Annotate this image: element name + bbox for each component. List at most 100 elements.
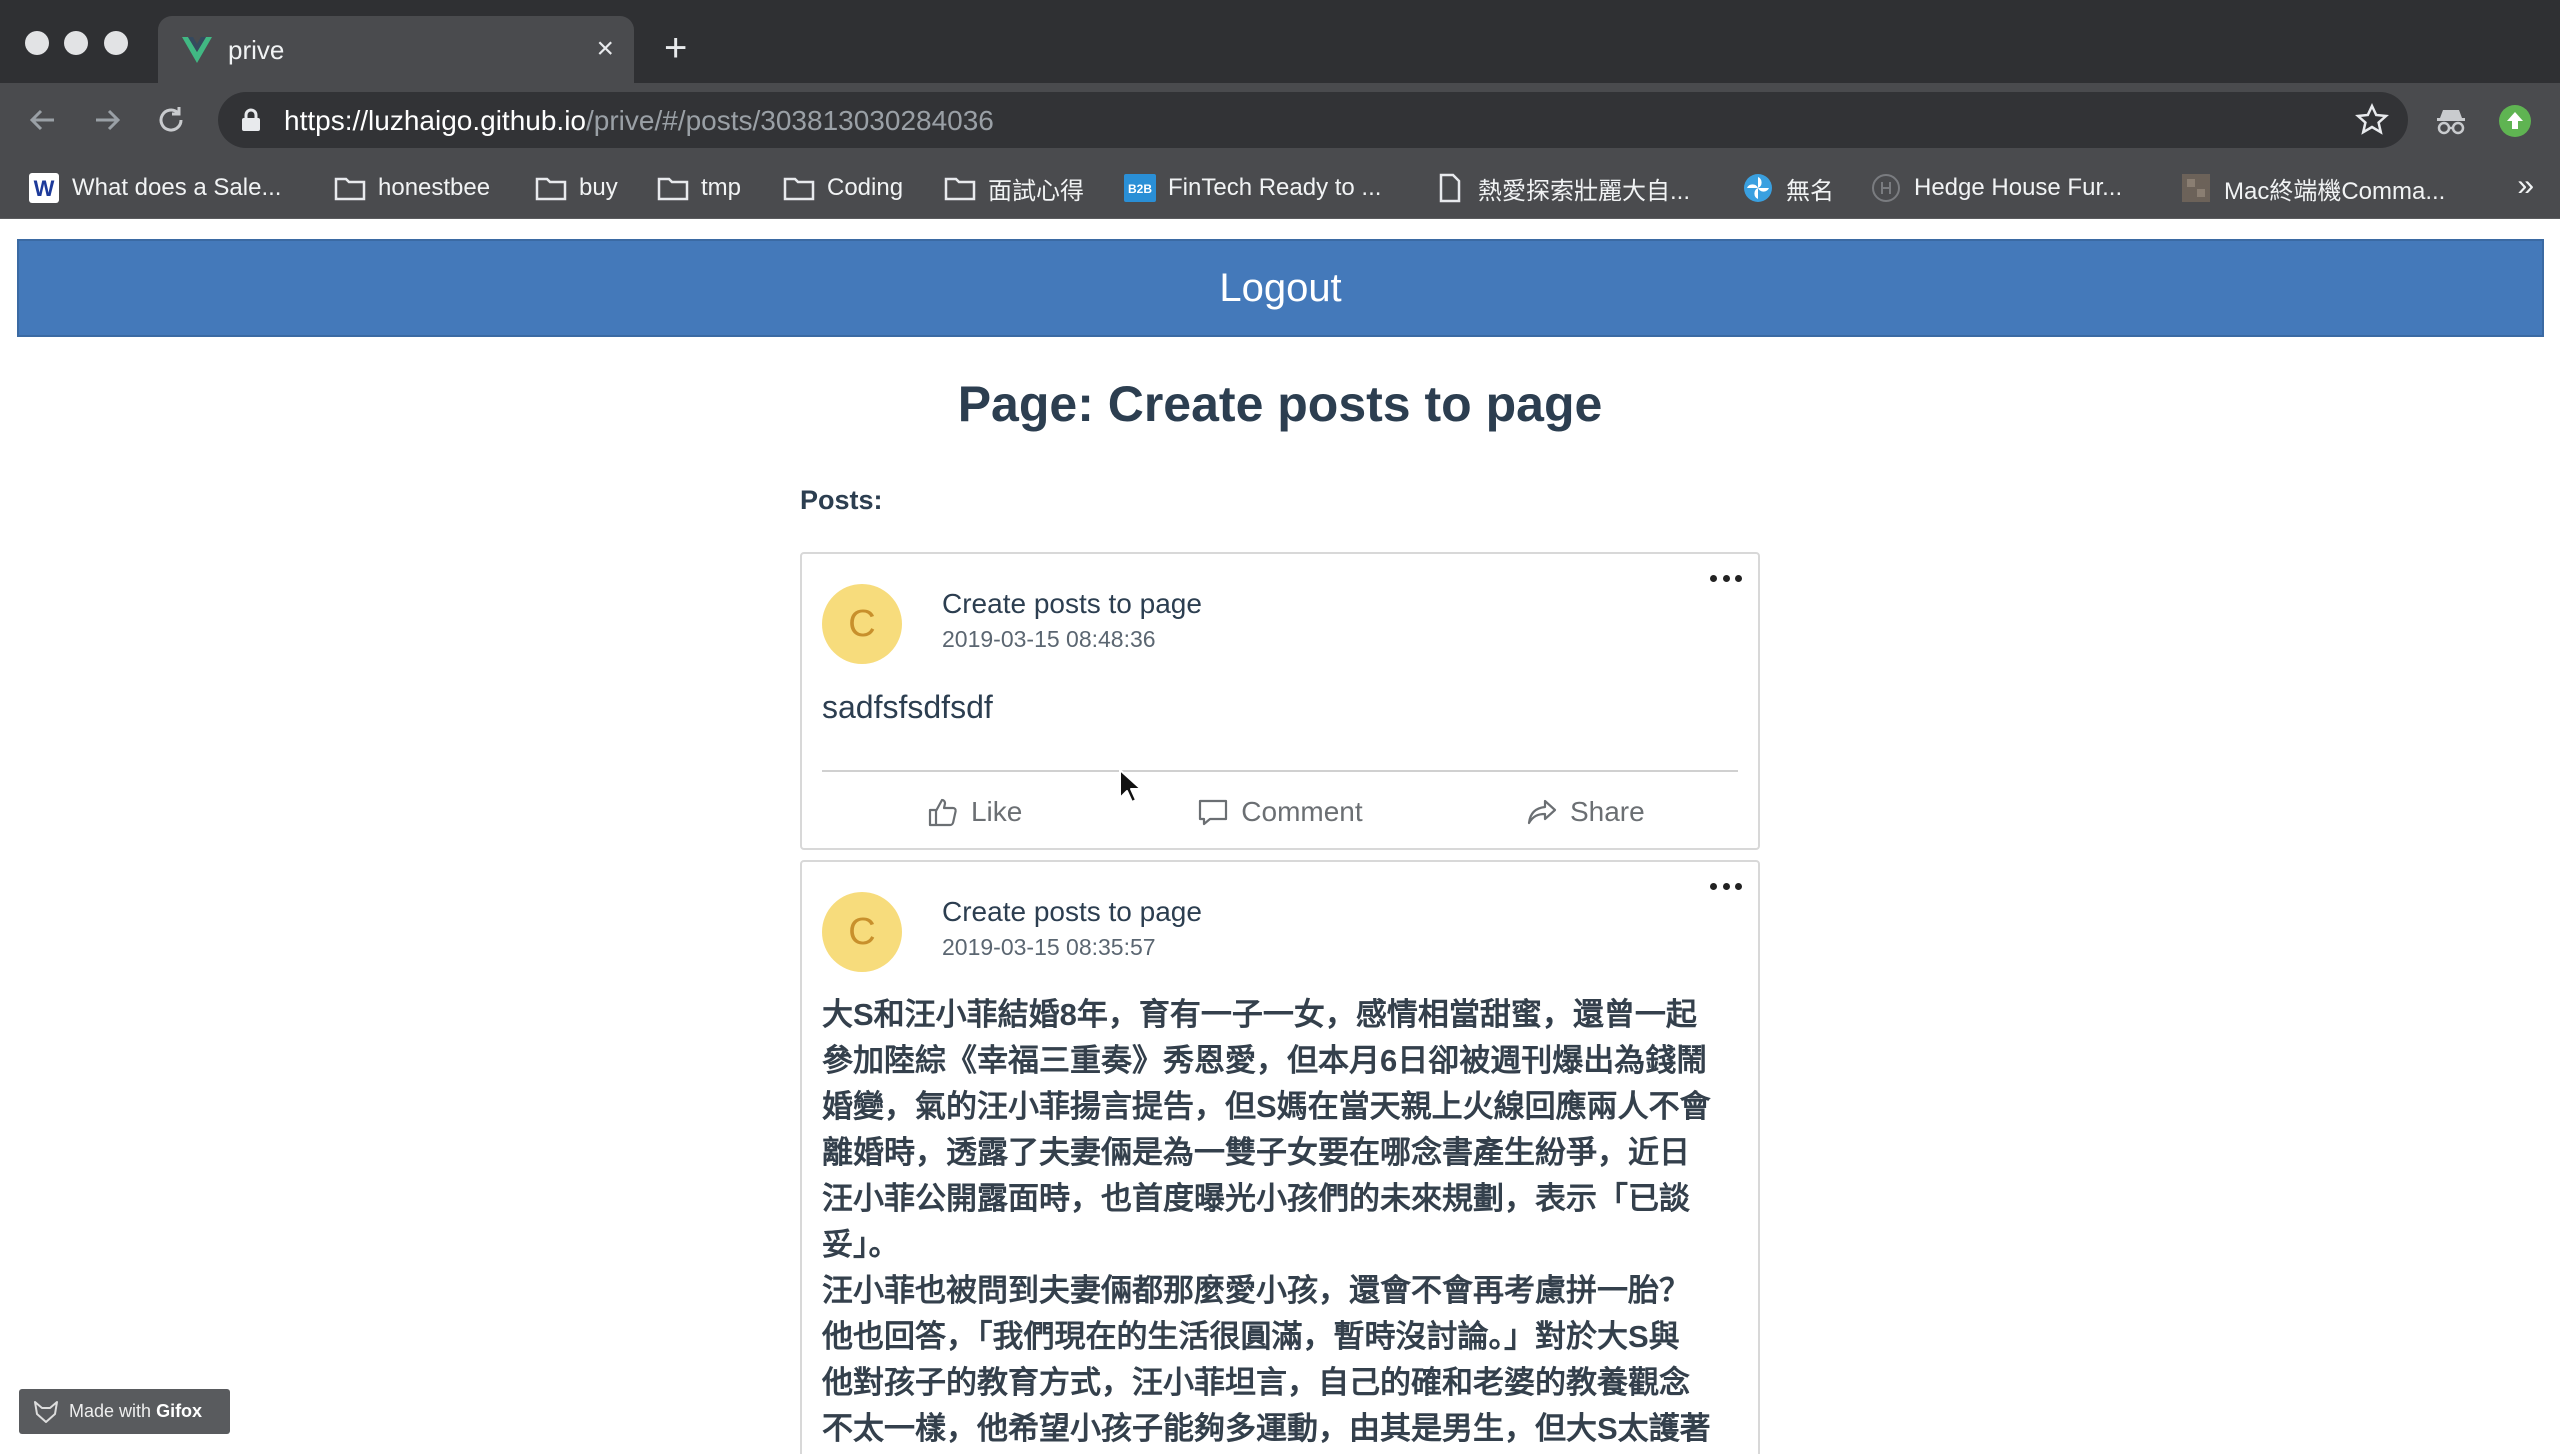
post-divider [822, 770, 1738, 772]
square-thumb-icon [2180, 174, 2212, 202]
post-body-line: 他對孩子的教育方式，汪小菲坦言，自己的確和老婆的教養觀念 [822, 1365, 1690, 1400]
url-text: https://luzhaigo.github.io/prive/#/posts… [284, 105, 994, 137]
bookmark-label: buy [579, 174, 618, 201]
folder-icon [657, 174, 689, 202]
bookmark-label: Hedge House Fur... [1914, 174, 2123, 201]
new-tab-button[interactable]: + [664, 28, 687, 68]
tab-title: prive [228, 35, 285, 65]
arrow-right-icon [96, 109, 121, 131]
share-button[interactable]: Share [1433, 786, 1738, 838]
reload-icon [159, 107, 183, 132]
post-card: C Create posts to page 2019-03-15 08:35:… [800, 860, 1760, 1454]
like-label: Like [970, 796, 1023, 827]
post-timestamp: 2019-03-15 08:35:57 [942, 934, 1156, 960]
folder-icon [783, 174, 815, 202]
arrow-left-icon [29, 109, 54, 131]
maximize-window-button[interactable] [104, 31, 128, 55]
avatar[interactable]: C [822, 584, 902, 664]
bookmarks-overflow-button[interactable]: » [2517, 169, 2534, 203]
more-options-icon[interactable] [1706, 566, 1746, 590]
bookmark-item[interactable]: W What does a Sale... [28, 169, 281, 207]
watermark-text: Made with Gifox [69, 1401, 202, 1422]
browser-tabstrip: prive × + [0, 0, 2560, 83]
bookmark-folder[interactable]: honestbee [334, 169, 490, 207]
bookmark-label: 面試心得 [988, 177, 1084, 205]
bookmark-label: tmp [701, 174, 742, 201]
post-timestamp: 2019-03-15 08:48:36 [942, 626, 1156, 652]
thumbs-up-icon [928, 798, 957, 827]
more-options-icon[interactable] [1706, 874, 1746, 898]
page-icon [1434, 173, 1466, 203]
bookmark-label: honestbee [378, 174, 491, 201]
bookmark-label: FinTech Ready to ... [1168, 174, 1382, 201]
browser-toolbar: https://luzhaigo.github.io/prive/#/posts… [0, 83, 2560, 157]
comment-button[interactable]: Comment [1127, 786, 1432, 838]
bookmark-folder[interactable]: buy [535, 169, 618, 207]
bookmark-item[interactable]: 熱愛探索壯麗大自... [1434, 169, 1690, 207]
bookmark-label: 無名 [1786, 177, 1834, 205]
forward-button[interactable] [86, 99, 128, 141]
bookmarks-bar: W What does a Sale... honestbee buy tmp … [0, 157, 2560, 219]
circle-h-icon [1870, 174, 1902, 202]
url-path: /prive/#/posts/303813030284036 [585, 105, 994, 136]
post-card: C Create posts to page 2019-03-15 08:48:… [800, 552, 1760, 850]
share-label: Share [1569, 796, 1645, 827]
post-body-line: 汪小菲公開露面時，也首度曝光小孩們的未來規劃，表示「已談 [822, 1181, 1690, 1216]
update-extension-icon[interactable] [2496, 102, 2534, 140]
post-body: sadfsfsdfsdf [822, 689, 993, 725]
post-body-line: 離婚時，透露了夫妻倆是為一雙子女要在哪念書產生紛爭，近日 [822, 1135, 1690, 1170]
page-title: Page: Create posts to page [957, 376, 1603, 432]
post-body-line: 他也回答，「我們現在的生活很圓滿，暫時沒討論。」對於大S與 [822, 1319, 1680, 1354]
bookmark-label: Mac終端機Comma... [2224, 177, 2446, 205]
folder-icon [944, 174, 976, 202]
comment-icon [1199, 799, 1228, 826]
back-button[interactable] [22, 99, 64, 141]
bookmark-item[interactable]: Mac終端機Comma... [2180, 169, 2445, 207]
svg-text:W: W [34, 176, 55, 201]
bookmark-folder[interactable]: tmp [657, 169, 741, 207]
bookmark-item[interactable]: B2B FinTech Ready to ... [1124, 169, 1381, 207]
bookmark-folder[interactable]: 面試心得 [944, 169, 1084, 207]
post-body-line: 大S和汪小菲結婚8年，育有一子一女，感情相當甜蜜，還曾一起 [822, 997, 1697, 1032]
incognito-icon[interactable] [2432, 102, 2470, 140]
watermark-prefix: Made with [69, 1401, 152, 1421]
close-window-button[interactable] [25, 31, 49, 55]
comment-label: Comment [1241, 796, 1363, 827]
post-actions: Like Comment Share [822, 786, 1738, 838]
post-body-line: 參加陸綜《幸福三重奏》秀恩愛，但本月6日卻被週刊爆出為錢鬧 [822, 1043, 1708, 1078]
minimize-window-button[interactable] [64, 31, 88, 55]
url-host: https://luzhaigo.github.io [284, 105, 586, 136]
post-author[interactable]: Create posts to page [942, 896, 1202, 928]
folder-icon [334, 174, 366, 202]
bookmark-folder[interactable]: Coding [783, 169, 903, 207]
w-logo-icon: W [28, 173, 60, 203]
b2b-icon: B2B [1124, 174, 1156, 202]
vue-logo-icon [182, 37, 212, 63]
pinwheel-icon [1742, 174, 1774, 202]
bookmark-item[interactable]: Hedge House Fur... [1870, 169, 2122, 207]
bookmark-label: 熱愛探索壯麗大自... [1478, 177, 1691, 205]
post-body-line: 不太一樣，他希望小孩子能夠多運動，由其是男生，但大S太護著 [822, 1411, 1711, 1446]
reload-button[interactable] [150, 99, 192, 141]
share-icon [1527, 799, 1557, 825]
post-body: 大S和汪小菲結婚8年，育有一子一女，感情相當甜蜜，還曾一起 參加陸綜《幸福三重奏… [822, 992, 1742, 1452]
b2b-badge-text: B2B [1128, 182, 1152, 196]
fox-icon [34, 1400, 58, 1423]
bookmark-item[interactable]: 無名 [1742, 169, 1834, 207]
post-author[interactable]: Create posts to page [942, 588, 1202, 620]
logout-button[interactable]: Logout [1219, 266, 1341, 311]
bookmark-star-icon[interactable] [2354, 102, 2390, 138]
bookmark-label: What does a Sale... [72, 174, 282, 201]
address-bar[interactable]: https://luzhaigo.github.io/prive/#/posts… [218, 92, 2408, 148]
post-body-line: 妥」。 [822, 1227, 900, 1262]
post-body-line: 汪小菲也被問到夫妻倆都那麼愛小孩，還會不會再考慮拼一胎？ [822, 1273, 1690, 1308]
like-button[interactable]: Like [822, 786, 1127, 838]
posts-label: Posts: [800, 485, 883, 515]
browser-tab-active[interactable]: prive × [158, 16, 634, 83]
folder-icon [535, 174, 567, 202]
logout-header-bar: Logout [17, 239, 2544, 337]
avatar[interactable]: C [822, 892, 902, 972]
lock-icon [242, 108, 260, 131]
bookmark-label: Coding [827, 174, 904, 201]
tab-close-icon[interactable]: × [596, 31, 614, 67]
